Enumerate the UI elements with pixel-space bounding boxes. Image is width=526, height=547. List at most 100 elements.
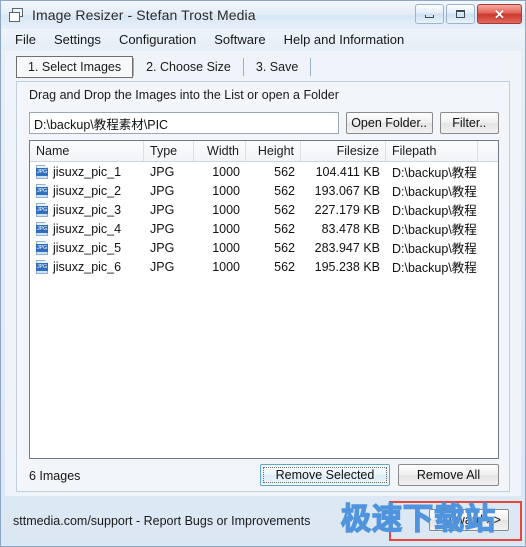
jpg-file-icon: JPG (36, 183, 49, 198)
tab-select-images[interactable]: 1. Select Images (16, 56, 134, 78)
cell-name-text: jisuxz_pic_6 (53, 259, 122, 274)
cell-height: 562 (274, 240, 295, 255)
cell-filesize: 283.947 KB (314, 240, 380, 255)
cell-width: 1000 (212, 221, 240, 236)
cell-filepath: D:\backup\教程... (392, 242, 478, 256)
cell-name: JPG jisuxz_pic_3 (30, 202, 144, 217)
cell-name-text: jisuxz_pic_3 (53, 202, 122, 217)
cell-name-text: jisuxz_pic_4 (53, 221, 122, 236)
column-header-filesize[interactable]: Filesize (301, 141, 386, 161)
cell-name: JPG jisuxz_pic_4 (30, 221, 144, 236)
cell-width: 1000 (212, 202, 240, 217)
table-row[interactable]: JPG jisuxz_pic_1 JPG 1000 562 104.411 KB D:\ba… (30, 162, 498, 181)
jpg-file-icon: JPG (36, 240, 49, 255)
menu-bar: File Settings Configuration Software Hel… (1, 29, 525, 50)
minimize-button[interactable] (415, 4, 444, 24)
column-header-height[interactable]: Height (246, 141, 301, 161)
cell-type: JPG (150, 221, 175, 236)
maximize-button[interactable] (446, 4, 475, 24)
jpg-file-icon: JPG (36, 202, 49, 217)
cell-filepath: D:\backup\教程... (392, 204, 478, 218)
cell-height: 562 (274, 259, 295, 274)
maximize-icon (456, 10, 465, 18)
tab-strip: 1. Select Images 2. Choose Size 3. Save (16, 56, 312, 78)
cell-name: JPG jisuxz_pic_5 (30, 240, 144, 255)
cell-filesize: 104.411 KB (315, 164, 380, 179)
window-controls: ✕ (415, 4, 522, 24)
column-header-name[interactable]: Name (30, 141, 144, 161)
column-header-filepath[interactable]: Filepath (386, 141, 478, 161)
cell-type: JPG (150, 183, 175, 198)
table-row[interactable]: JPG jisuxz_pic_3 JPG 1000 562 227.179 KB D:\ba… (30, 200, 498, 219)
cell-height: 562 (274, 202, 295, 217)
cell-filepath: D:\backup\教程... (392, 261, 478, 275)
image-list[interactable]: Name Type Width Height Filesize Filepath… (29, 140, 499, 459)
cell-filesize: 227.179 KB (314, 202, 380, 217)
filter-button[interactable]: Filter.. (439, 112, 499, 134)
cell-width: 1000 (212, 259, 240, 274)
folder-path-input[interactable] (29, 112, 339, 134)
cell-type: JPG (150, 164, 175, 179)
jpg-file-icon: JPG (36, 259, 49, 274)
tab-separator (310, 58, 312, 76)
tab-choose-size[interactable]: 2. Choose Size (134, 56, 243, 78)
table-row[interactable]: JPG jisuxz_pic_4 JPG 1000 562 83.478 KB D:\bac… (30, 219, 498, 238)
select-images-panel: Drag and Drop the Images into the List o… (16, 81, 510, 492)
client-area: 1. Select Images 2. Choose Size 3. Save … (5, 51, 521, 496)
remove-all-button[interactable]: Remove All (398, 464, 499, 486)
jpg-file-icon: JPG (36, 164, 49, 179)
open-folder-button[interactable]: Open Folder.. (345, 112, 433, 134)
column-header-extra (478, 141, 498, 161)
menu-item-software[interactable]: Software (205, 30, 274, 49)
cell-type: JPG (150, 259, 175, 274)
column-header-type[interactable]: Type (144, 141, 194, 161)
window-title: Image Resizer - Stefan Trost Media (32, 7, 256, 23)
close-icon: ✕ (494, 6, 505, 22)
cell-height: 562 (274, 183, 295, 198)
folder-path-row: Open Folder.. Filter.. (29, 112, 499, 134)
menu-item-settings[interactable]: Settings (45, 30, 110, 49)
title-bar: Image Resizer - Stefan Trost Media ✕ (1, 1, 525, 29)
cascading-windows-icon (8, 7, 25, 24)
cell-name: JPG jisuxz_pic_2 (30, 183, 144, 198)
column-header-width[interactable]: Width (194, 141, 246, 161)
list-footer: 6 Images Remove Selected Remove All (29, 464, 499, 487)
list-action-buttons: Remove Selected Remove All (260, 464, 499, 486)
menu-item-file[interactable]: File (11, 30, 45, 49)
cell-type: JPG (150, 202, 175, 217)
image-count-label: 6 Images (29, 468, 81, 483)
cell-name: JPG jisuxz_pic_1 (30, 164, 144, 179)
cell-filepath: D:\backup\教程... (392, 185, 478, 199)
table-row[interactable]: JPG jisuxz_pic_6 JPG 1000 562 195.238 KB D:\ba… (30, 257, 498, 276)
cell-name-text: jisuxz_pic_5 (53, 240, 122, 255)
status-bar: sttmedia.com/support - Report Bugs or Im… (5, 498, 521, 544)
cell-name: JPG jisuxz_pic_6 (30, 259, 144, 274)
remove-selected-button[interactable]: Remove Selected (260, 464, 390, 486)
support-link[interactable]: sttmedia.com/support - Report Bugs or Im… (13, 514, 310, 528)
list-header: Name Type Width Height Filesize Filepath (30, 141, 498, 162)
cell-name-text: jisuxz_pic_1 (53, 164, 122, 179)
cell-type: JPG (150, 240, 175, 255)
app-window: Image Resizer - Stefan Trost Media ✕ Fil… (0, 0, 526, 547)
close-button[interactable]: ✕ (477, 4, 522, 24)
menu-item-configuration[interactable]: Configuration (110, 30, 205, 49)
cell-height: 562 (274, 221, 295, 236)
menu-item-help-and-information[interactable]: Help and Information (275, 30, 414, 49)
cell-filesize: 83.478 KB (321, 221, 380, 236)
forward-button[interactable]: Forward >> (429, 509, 509, 531)
cell-filepath: D:\backup\教程... (392, 166, 478, 180)
cell-filepath: D:\backup\教程... (392, 223, 478, 237)
minimize-icon (425, 14, 434, 18)
cell-name-text: jisuxz_pic_2 (53, 183, 122, 198)
cell-filesize: 195.238 KB (314, 259, 380, 274)
drag-drop-hint: Drag and Drop the Images into the List o… (29, 88, 339, 102)
list-body: JPG jisuxz_pic_1 JPG 1000 562 104.411 KB D:\ba… (30, 162, 498, 276)
jpg-file-icon: JPG (36, 221, 49, 236)
cell-width: 1000 (212, 240, 240, 255)
tab-save[interactable]: 3. Save (244, 56, 310, 78)
cell-filesize: 193.067 KB (314, 183, 380, 198)
cell-height: 562 (274, 164, 295, 179)
table-row[interactable]: JPG jisuxz_pic_5 JPG 1000 562 283.947 KB D:\ba… (30, 238, 498, 257)
cell-width: 1000 (212, 183, 240, 198)
table-row[interactable]: JPG jisuxz_pic_2 JPG 1000 562 193.067 KB D:\ba… (30, 181, 498, 200)
